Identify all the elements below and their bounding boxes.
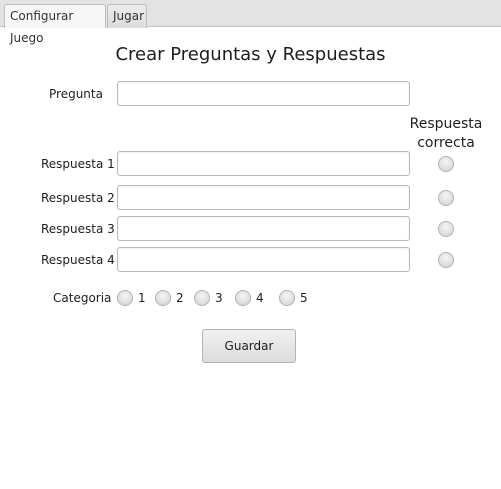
answer-1-correct-radio[interactable] xyxy=(438,156,454,172)
save-button[interactable]: Guardar xyxy=(202,329,296,363)
category-5-label: 5 xyxy=(300,291,308,305)
answer-4-input[interactable] xyxy=(117,247,410,272)
answer-3-correct-radio[interactable] xyxy=(438,221,454,237)
answer-4-label: Respuesta 4 xyxy=(41,253,115,267)
correct-header-line1: Respuesta xyxy=(409,116,483,132)
category-1-label: 1 xyxy=(138,291,146,305)
category-4-radio[interactable] xyxy=(235,290,251,306)
category-2-label: 2 xyxy=(176,291,184,305)
answer-3-label: Respuesta 3 xyxy=(41,222,115,236)
answer-2-correct-radio[interactable] xyxy=(438,190,454,206)
tab-jugar[interactable]: Jugar xyxy=(107,4,147,28)
category-5-radio[interactable] xyxy=(279,290,295,306)
category-4-label: 4 xyxy=(256,291,264,305)
answer-4-correct-radio[interactable] xyxy=(438,252,454,268)
tab-bar: Configurar Juego Jugar xyxy=(0,0,501,45)
category-label: Categoria xyxy=(53,291,112,305)
answer-2-label: Respuesta 2 xyxy=(41,191,115,205)
category-1-radio[interactable] xyxy=(117,290,133,306)
page-title: Crear Preguntas y Respuestas xyxy=(115,44,386,65)
question-input[interactable] xyxy=(117,81,410,106)
answer-1-input[interactable] xyxy=(117,151,410,176)
correct-answer-header: Respuesta correcta xyxy=(404,115,488,153)
answer-3-input[interactable] xyxy=(117,216,410,241)
question-label: Pregunta xyxy=(49,87,103,101)
category-2-radio[interactable] xyxy=(155,290,171,306)
answer-1-label: Respuesta 1 xyxy=(41,157,115,171)
correct-header-line2: correcta xyxy=(417,135,475,151)
answer-2-input[interactable] xyxy=(117,185,410,210)
category-3-label: 3 xyxy=(215,291,223,305)
category-3-radio[interactable] xyxy=(194,290,210,306)
tab-configurar-juego[interactable]: Configurar Juego xyxy=(4,4,106,45)
